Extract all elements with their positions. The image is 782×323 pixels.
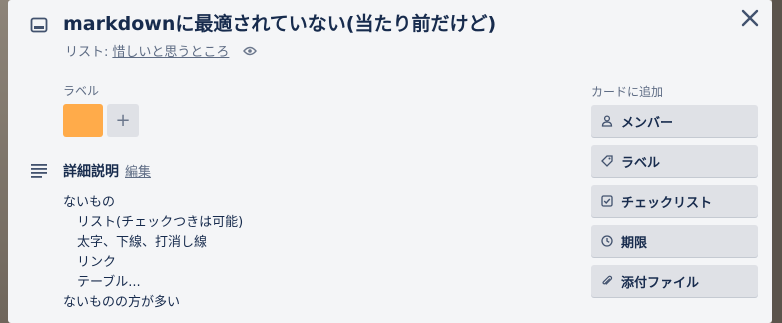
description-header: 詳細説明 編集 xyxy=(63,161,151,181)
description-line: ないもの xyxy=(63,195,116,210)
description-body[interactable]: ないもの リスト(チェックつきは可能) 太字、下線、打消し線 リンク テーブル.… xyxy=(63,193,243,313)
add-label-button[interactable]: + xyxy=(107,104,139,137)
attachment-button-label: 添付ファイル xyxy=(621,275,700,291)
members-button-label: メンバー xyxy=(621,115,674,131)
list-name-link[interactable]: 惜しいと思うところ xyxy=(112,41,229,60)
members-button[interactable]: メンバー xyxy=(591,105,758,137)
eye-icon[interactable] xyxy=(243,46,258,56)
checklist-button[interactable]: チェックリスト xyxy=(591,185,758,217)
labels-button[interactable]: ラベル xyxy=(591,145,758,177)
clock-icon xyxy=(601,235,613,247)
card-list-info: リスト: 惜しいと思うところ xyxy=(65,41,258,60)
description-line: 太字、下線、打消し線 xyxy=(77,235,208,250)
person-icon xyxy=(601,115,613,127)
due-date-button-label: 期限 xyxy=(621,235,648,251)
description-heading: 詳細説明 xyxy=(63,164,119,180)
add-to-card-heading: カードに追加 xyxy=(591,85,664,99)
board-backdrop-edge xyxy=(772,0,782,323)
paperclip-icon xyxy=(602,275,613,285)
checkbox-icon xyxy=(601,195,613,207)
label-chip-orange[interactable] xyxy=(63,104,103,137)
description-line: ないものの方が多い xyxy=(63,295,181,310)
description-line: テーブル... xyxy=(77,275,141,290)
card-icon xyxy=(30,17,48,33)
checklist-button-label: チェックリスト xyxy=(621,195,713,211)
tag-icon xyxy=(601,155,613,167)
attachment-button[interactable]: 添付ファイル xyxy=(591,265,758,297)
description-icon xyxy=(31,164,47,178)
labels-button-label: ラベル xyxy=(621,155,661,171)
close-icon[interactable] xyxy=(739,7,761,29)
description-line: リンク xyxy=(77,255,117,270)
description-edit-link[interactable]: 編集 xyxy=(125,161,151,180)
description-line: リスト(チェックつきは可能) xyxy=(77,215,244,230)
card-title[interactable]: markdownに最適されていない(当たり前だけど) xyxy=(63,8,496,40)
due-date-button[interactable]: 期限 xyxy=(591,225,758,257)
list-prefix: リスト: xyxy=(65,45,109,60)
labels-heading: ラベル xyxy=(63,84,100,98)
card-detail-modal: markdownに最適されていない(当たり前だけど) リスト: 惜しいと思うとこ… xyxy=(8,0,772,323)
